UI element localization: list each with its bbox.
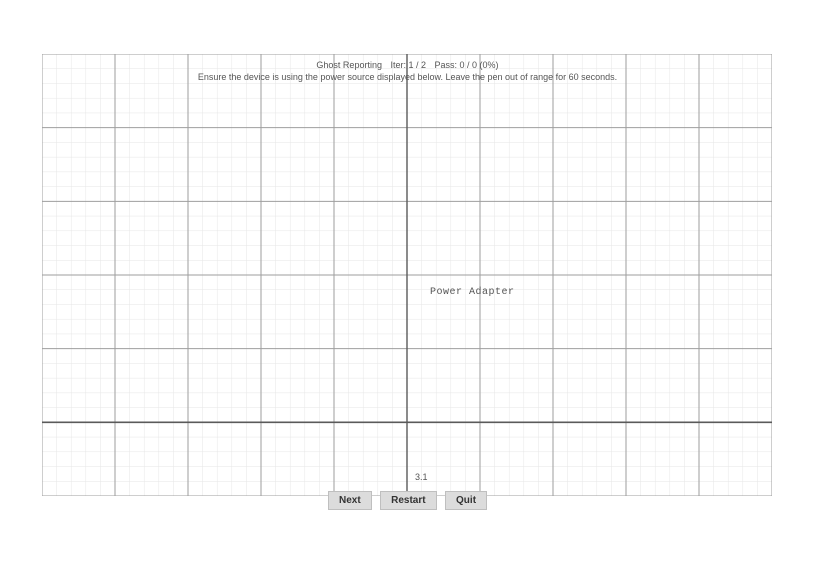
app-root: Ghost Reporting Iter: 1 / 2 Pass: 0 / 0 … [0, 0, 815, 584]
quit-button[interactable]: Quit [445, 491, 487, 510]
next-button[interactable]: Next [328, 491, 372, 510]
grid-svg [42, 54, 772, 496]
restart-button[interactable]: Restart [380, 491, 436, 510]
button-row: Next Restart Quit [0, 490, 815, 510]
grid-canvas [42, 54, 772, 496]
